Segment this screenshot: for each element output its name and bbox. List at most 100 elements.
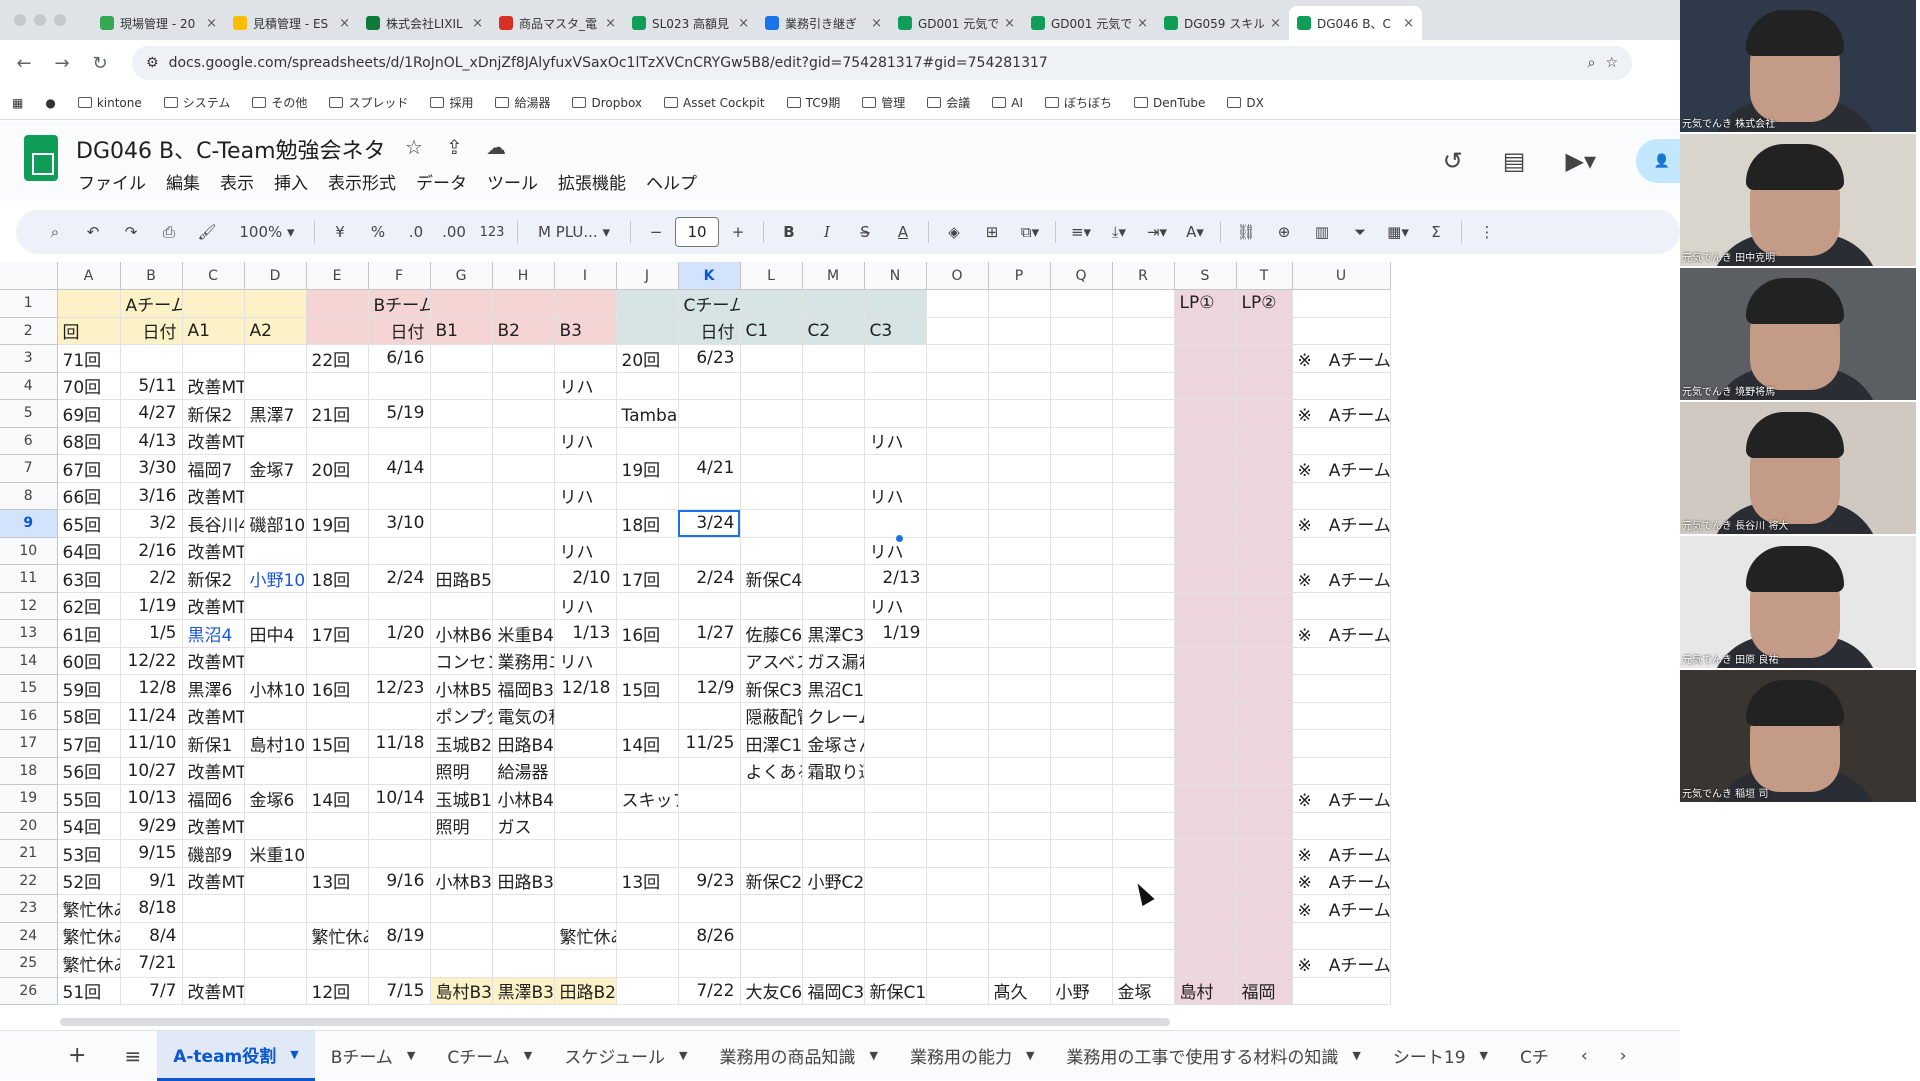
cell[interactable] (306, 812, 369, 840)
cell[interactable] (740, 399, 803, 428)
cell[interactable] (926, 839, 989, 868)
strikethrough-icon[interactable]: S̶ (846, 216, 884, 248)
cell[interactable]: 改善MTG (182, 977, 245, 1005)
cell[interactable]: 19回 (616, 454, 679, 483)
cell[interactable]: 56回 (57, 757, 121, 785)
cell[interactable] (802, 839, 865, 868)
column-header[interactable]: R (1112, 262, 1175, 290)
insert-comment-icon[interactable]: ⊕ (1265, 216, 1303, 248)
cell[interactable] (1236, 757, 1293, 785)
cell[interactable] (1050, 922, 1113, 950)
cell[interactable] (802, 784, 865, 813)
cell[interactable] (1112, 702, 1175, 730)
cell[interactable] (492, 592, 555, 620)
cell[interactable] (244, 894, 307, 923)
cell[interactable] (1050, 757, 1113, 785)
version-history-icon[interactable]: ↺ (1443, 147, 1463, 175)
cell[interactable]: TambaCampでスキップ (616, 399, 679, 428)
cell[interactable] (1236, 839, 1293, 868)
cell[interactable] (926, 949, 989, 978)
cell[interactable] (678, 592, 741, 620)
bookmark-item[interactable]: 給湯器 (495, 94, 550, 111)
cell[interactable] (1050, 317, 1113, 345)
cell[interactable] (988, 509, 1051, 538)
cell[interactable]: 7/15 (368, 977, 431, 1005)
column-header[interactable]: K (678, 262, 741, 290)
cell[interactable] (678, 839, 741, 868)
participant-video-tile[interactable]: 元気でんき 稲垣 司 (1680, 670, 1916, 802)
menu-item[interactable]: 編集 (166, 169, 200, 194)
cell[interactable]: 3/2 (120, 509, 183, 538)
text-wrap-icon[interactable]: ⇥▾ (1138, 216, 1176, 248)
cell[interactable] (802, 537, 865, 565)
cell[interactable] (1050, 647, 1113, 675)
cell[interactable] (864, 784, 927, 813)
cell[interactable]: 改善MTG (182, 867, 245, 895)
cell[interactable] (926, 702, 989, 730)
text-rotation-icon[interactable]: A▾ (1176, 216, 1214, 248)
bookmark-item[interactable]: DenTube (1134, 96, 1205, 110)
column-header[interactable]: I (554, 262, 617, 290)
currency-format-button[interactable]: ¥ (321, 216, 359, 248)
cell[interactable]: 照明 (430, 757, 493, 785)
cell[interactable] (1112, 922, 1175, 950)
row-header[interactable]: 24 (0, 922, 58, 950)
cell[interactable] (492, 344, 555, 373)
cell[interactable]: 13回 (616, 867, 679, 895)
cell[interactable] (1174, 317, 1237, 345)
more-options-icon[interactable]: ⋮ (1468, 216, 1506, 248)
omnibox[interactable]: ⚙ docs.google.com/spreadsheets/d/1RoJnOL… (132, 46, 1632, 80)
cell[interactable]: 小林B6 (430, 619, 493, 648)
cell[interactable] (1112, 344, 1175, 373)
cell[interactable]: 14回 (616, 729, 679, 758)
cell[interactable] (1236, 454, 1293, 483)
cell[interactable] (988, 894, 1051, 923)
cell[interactable]: 新保C4 (740, 564, 803, 593)
browser-tab[interactable]: 見積管理 - ES × (225, 6, 358, 40)
cell[interactable]: 金塚さんC3 (802, 729, 865, 758)
more-formats-button[interactable]: 123 (473, 216, 511, 248)
eye-icon[interactable]: ● (45, 96, 55, 110)
cell[interactable]: 改善MTG (182, 427, 245, 455)
cell[interactable] (244, 344, 307, 373)
cell[interactable] (1050, 839, 1113, 868)
cell[interactable] (926, 454, 989, 483)
row-header[interactable]: 13 (0, 619, 58, 648)
sheet-tab[interactable]: 業務用の能力 ▼ (894, 1031, 1050, 1081)
cell[interactable]: 3/10 (368, 509, 431, 538)
insert-link-icon[interactable]: ⛓ (1227, 216, 1265, 248)
row-header[interactable]: 22 (0, 867, 58, 895)
cell[interactable] (802, 509, 865, 538)
cell[interactable]: 12回 (306, 977, 369, 1005)
all-sheets-icon[interactable]: ≡ (108, 1031, 157, 1081)
participant-video-tile[interactable]: 元気でんき 田原 良祐 (1680, 536, 1916, 668)
cell[interactable]: 19回 (306, 509, 369, 538)
scroll-tabs-right-icon[interactable]: › (1604, 1031, 1643, 1081)
cell[interactable] (554, 949, 617, 978)
cell[interactable] (864, 509, 927, 538)
cell[interactable]: 70回 (57, 372, 121, 400)
cell[interactable] (1174, 592, 1237, 620)
row-header[interactable]: 15 (0, 674, 58, 703)
bookmark-item[interactable]: 採用 (430, 94, 473, 111)
cell[interactable] (864, 372, 927, 400)
cell[interactable]: 4/13 (120, 427, 183, 455)
cell[interactable]: 21回 (306, 399, 369, 428)
cell[interactable] (1174, 564, 1237, 593)
cell[interactable] (430, 482, 493, 510)
cell[interactable]: 1/27 (678, 619, 741, 648)
cell[interactable]: 島村10 (244, 729, 307, 758)
cell[interactable]: 金塚7 (244, 454, 307, 483)
cell[interactable]: ※ Aチームの発表を70分に変更 (1292, 784, 1391, 813)
participant-video-tile[interactable]: 元気でんき 株式会社 (1680, 0, 1916, 132)
cell[interactable] (554, 399, 617, 428)
cell[interactable]: Bチーム勉強会 (368, 289, 431, 318)
cell[interactable] (492, 454, 555, 483)
chevron-down-icon[interactable]: ▼ (869, 1049, 877, 1062)
cell[interactable]: 4/27 (120, 399, 183, 428)
print-icon[interactable]: ⎙ (150, 216, 188, 248)
cell[interactable] (1174, 867, 1237, 895)
browser-tab[interactable]: GD001 元気で × (890, 6, 1023, 40)
cell[interactable] (1236, 592, 1293, 620)
cell[interactable]: 田路B2 (554, 977, 617, 1005)
